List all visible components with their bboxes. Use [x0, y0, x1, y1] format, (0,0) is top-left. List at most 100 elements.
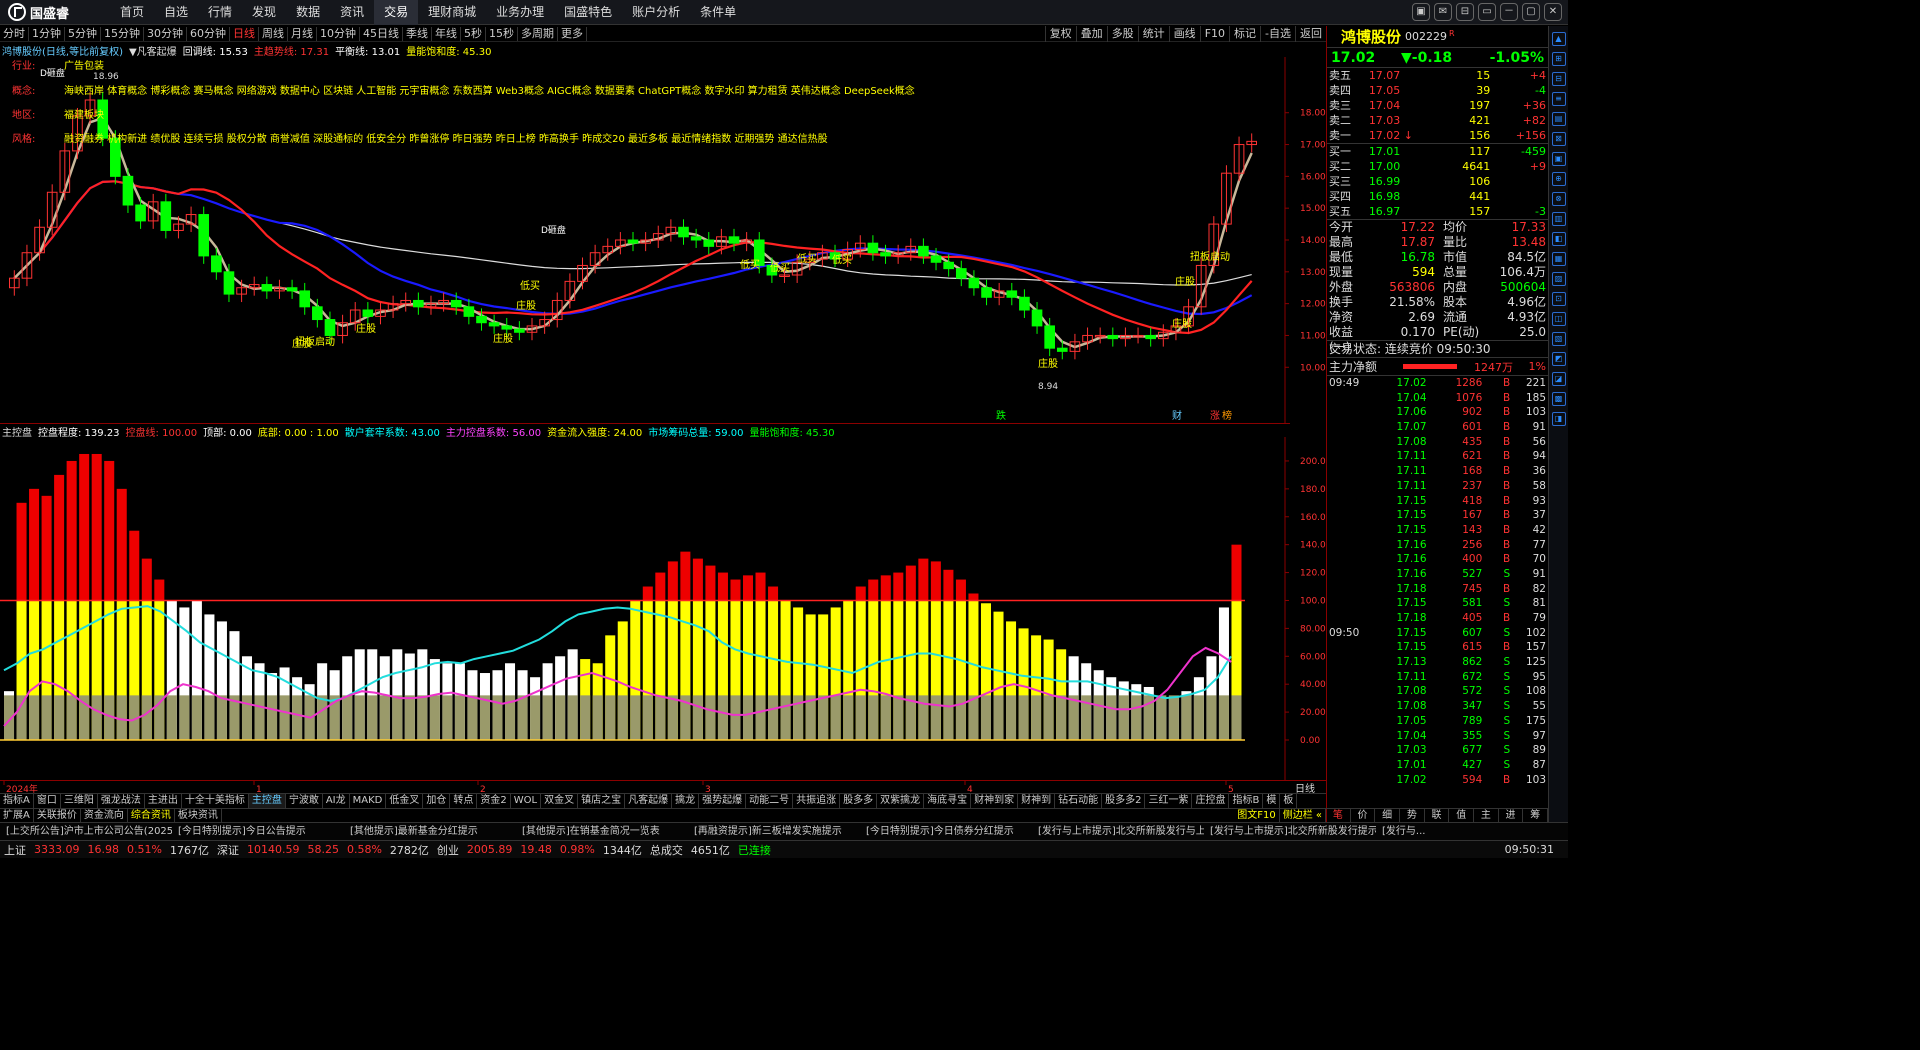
info-tab-0[interactable]: 扩展A [0, 809, 34, 822]
tick-list[interactable]: 09:49 17.02 1286 B 221 17.04 1076 B 185 17.06 902 B… [1327, 376, 1548, 787]
quote-tab-8[interactable]: 筹 [1523, 809, 1549, 822]
side-tool-12-icon[interactable]: ▨ [1551, 272, 1566, 286]
menu-item-7[interactable]: 理财商城 [418, 0, 486, 25]
menu-item-0[interactable]: 首页 [110, 0, 154, 25]
tick-row[interactable]: 17.16 256 B 77 [1327, 538, 1548, 553]
side-tool-18-icon[interactable]: ▩ [1551, 392, 1566, 406]
indicator-tab-26[interactable]: 财神到 [1018, 794, 1056, 808]
ask-row-1[interactable]: 卖四 17.05 39 -4 [1327, 83, 1548, 98]
ask-row-0[interactable]: 卖五 17.07 15 +4 [1327, 68, 1548, 83]
indicator-tab-24[interactable]: 海底寻宝 [924, 794, 972, 808]
tick-row[interactable]: 17.07 601 B 91 [1327, 420, 1548, 435]
ticker-item-5[interactable]: [今日特别提示]今日债券分红提示 [860, 823, 1032, 840]
tick-row[interactable]: 17.08 347 S 55 [1327, 699, 1548, 714]
indicator-tab-31[interactable]: 指标B [1229, 794, 1264, 808]
tick-row[interactable]: 17.16 527 S 91 [1327, 567, 1548, 582]
indicator-tab-7[interactable]: 宁波敢 [286, 794, 323, 808]
menu-item-9[interactable]: 国盛特色 [554, 0, 622, 25]
indicator-tab-12[interactable]: 转点 [450, 794, 478, 808]
chart-tool-6[interactable]: 标记 [1229, 26, 1260, 42]
indicator-tab-10[interactable]: 低金叉 [386, 794, 424, 808]
indicator-tab-15[interactable]: 双金叉 [541, 794, 579, 808]
menu-item-6[interactable]: 交易 [374, 0, 419, 25]
timeframe-tab-6[interactable]: 日线 [230, 26, 259, 41]
window-control-3-icon[interactable]: ▭ [1478, 3, 1496, 21]
tick-row[interactable]: 17.04 355 S 97 [1327, 729, 1548, 744]
bid-row-1[interactable]: 买二 17.00 4641 +9 [1327, 159, 1548, 174]
indicator-tab-13[interactable]: 资金2 [477, 794, 511, 808]
side-tool-2-icon[interactable]: ⊟ [1551, 72, 1566, 86]
timeframe-tab-9[interactable]: 10分钟 [317, 26, 360, 41]
timeframe-tab-12[interactable]: 年线 [432, 26, 461, 41]
chart-tool-7[interactable]: -自选 [1260, 26, 1295, 42]
timeframe-tab-5[interactable]: 60分钟 [187, 26, 230, 41]
sub-indicator-title[interactable]: 主控盘 [2, 424, 32, 439]
ticker-item-3[interactable]: [其他提示]在销基金简况一览表 [516, 823, 688, 840]
timeframe-tab-4[interactable]: 30分钟 [144, 26, 187, 41]
tick-row[interactable]: 09:49 17.02 1286 B 221 [1327, 376, 1548, 391]
indicator-tab-6[interactable]: 主控盘 [248, 794, 286, 808]
ticker-item-0[interactable]: [上交所公告]沪市上市公司公告(2025.05.06) [0, 823, 172, 840]
tick-row[interactable]: 17.15 615 B 157 [1327, 640, 1548, 655]
indicator-tab-9[interactable]: MAKD [350, 794, 387, 808]
bid-row-3[interactable]: 买四 16.98 441 [1327, 189, 1548, 204]
timeframe-tab-7[interactable]: 周线 [259, 26, 288, 41]
candlestick-chart[interactable]: 18.00 17.00 16.00 15.00 14.00 13.00 12.00 11.00… [0, 57, 1326, 423]
ticker-item-4[interactable]: [再融资提示]新三板增发实施提示 [688, 823, 860, 840]
indicator-tab-18[interactable]: 擒龙 [672, 794, 700, 808]
menu-item-10[interactable]: 账户分析 [622, 0, 690, 25]
side-tool-7-icon[interactable]: ⊕ [1551, 172, 1566, 186]
indicator-tab-29[interactable]: 三红一紫 [1145, 794, 1193, 808]
indicator-tab-4[interactable]: 主进出 [145, 794, 182, 808]
side-tool-0-icon[interactable]: ▲ [1551, 32, 1566, 46]
side-tool-15-icon[interactable]: ▧ [1551, 332, 1566, 346]
indicator-tab-5[interactable]: 十全十美指标 [182, 794, 249, 808]
tick-row[interactable]: 17.08 572 S 108 [1327, 684, 1548, 699]
indicator-tab-17[interactable]: 凡客起爆 [625, 794, 673, 808]
indicator-tab-0[interactable]: 指标A [0, 794, 34, 808]
tick-row[interactable]: 17.15 418 B 93 [1327, 494, 1548, 509]
quote-tab-1[interactable]: 价 [1351, 809, 1376, 822]
tick-row[interactable]: 17.01 427 S 87 [1327, 758, 1548, 773]
indicator-tab-30[interactable]: 庄控盘 [1192, 794, 1230, 808]
timeframe-tab-0[interactable]: 分时 [0, 26, 29, 41]
indicator-tab-25[interactable]: 财神到家 [971, 794, 1019, 808]
chart-tool-5[interactable]: F10 [1199, 26, 1229, 42]
indicator-tab-14[interactable]: WOL [511, 794, 542, 808]
window-control-0-icon[interactable]: ▣ [1412, 3, 1430, 21]
info-right-tab-0[interactable]: 图文F10 [1234, 809, 1280, 822]
ticker-item-2[interactable]: [其他提示]最新基金分红提示 [344, 823, 516, 840]
info-right-tab-1[interactable]: 侧边栏 « [1280, 809, 1326, 822]
tick-row[interactable]: 17.15 581 S 81 [1327, 596, 1548, 611]
tick-row[interactable]: 17.02 594 B 103 [1327, 773, 1548, 788]
tick-row[interactable]: 17.03 677 S 89 [1327, 743, 1548, 758]
quote-tab-3[interactable]: 势 [1400, 809, 1425, 822]
indicator-tab-27[interactable]: 钻石动能 [1055, 794, 1103, 808]
ticker-item-7[interactable]: [发行与上市提示]北交所新股发行提示 [1204, 823, 1376, 840]
side-tool-11-icon[interactable]: ▦ [1551, 252, 1566, 266]
side-tool-1-icon[interactable]: ⊞ [1551, 52, 1566, 66]
indicator-tab-1[interactable]: 窗口 [34, 794, 61, 808]
chart-tool-3[interactable]: 统计 [1137, 26, 1169, 42]
tick-row[interactable]: 17.11 621 B 94 [1327, 449, 1548, 464]
chart-tool-4[interactable]: 画线 [1168, 26, 1200, 42]
side-tool-3-icon[interactable]: ≡ [1551, 92, 1566, 106]
info-tab-2[interactable]: 资金流向 [81, 809, 128, 822]
tick-row[interactable]: 17.11 168 B 36 [1327, 464, 1548, 479]
quote-tab-7[interactable]: 进 [1499, 809, 1524, 822]
chart-tool-2[interactable]: 多股 [1106, 26, 1138, 42]
window-control-5-icon[interactable]: ▢ [1522, 3, 1540, 21]
side-tool-8-icon[interactable]: ⊗ [1551, 192, 1566, 206]
quote-tab-4[interactable]: 联 [1425, 809, 1450, 822]
timeframe-tab-14[interactable]: 15秒 [486, 26, 518, 41]
side-tool-13-icon[interactable]: ⊡ [1551, 292, 1566, 306]
tick-row[interactable]: 17.16 400 B 70 [1327, 552, 1548, 567]
bid-row-4[interactable]: 买五 16.97 157 -3 [1327, 204, 1548, 219]
indicator-tab-20[interactable]: 动能二号 [746, 794, 794, 808]
indicator-tab-32[interactable]: 模 [1263, 794, 1281, 808]
tick-row[interactable]: 17.06 902 B 103 [1327, 405, 1548, 420]
tick-row[interactable]: 17.18 745 B 82 [1327, 582, 1548, 597]
menu-item-3[interactable]: 发现 [242, 0, 286, 25]
timeframe-tab-10[interactable]: 45日线 [360, 26, 403, 41]
info-tab-1[interactable]: 关联报价 [34, 809, 81, 822]
